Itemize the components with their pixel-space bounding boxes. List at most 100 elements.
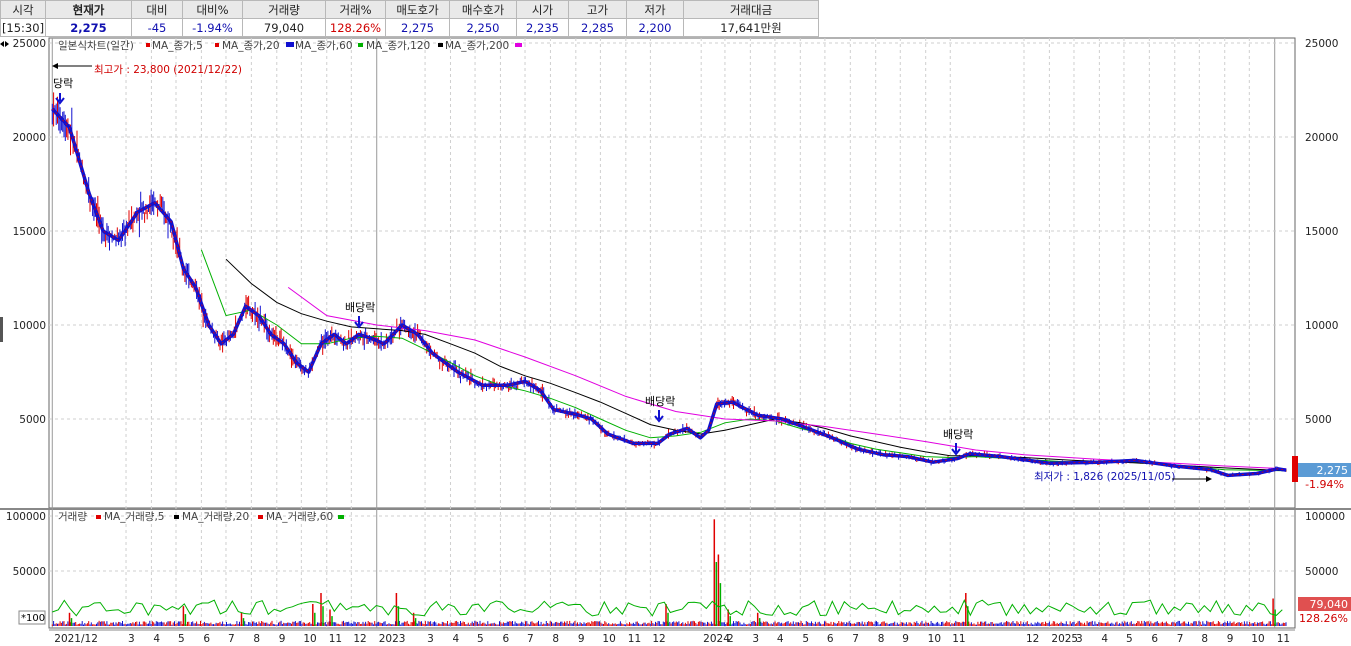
x-tick-label: 12 [1026, 633, 1039, 645]
x-tick-label: 12 [652, 633, 665, 645]
y-tick-left: 5000 [19, 414, 46, 426]
x-tick-label: 8 [552, 633, 559, 645]
left-handles[interactable] [0, 41, 9, 342]
legend-ma5: MA_종가,5 [152, 40, 203, 52]
header-bid: 매수호가 [449, 0, 517, 19]
x-tick-label: 2023 [379, 633, 406, 645]
header-current-price: 현재가 [45, 0, 132, 19]
value-time: [15:30] [0, 18, 46, 37]
value-change-pct: -1.94% [182, 18, 243, 37]
multiplier-label: *100 [21, 613, 45, 624]
legend-vol-swatch-green [338, 515, 344, 519]
legend-swatch-black [438, 43, 443, 47]
legend-ma60: MA_종가,60 [295, 40, 353, 52]
x-tick-label: 2021/12 [54, 633, 98, 645]
dividend-3: 배당락 [645, 395, 675, 408]
legend-swatch-red2 [215, 43, 219, 47]
volume-pct-label: 128.26% [1299, 612, 1348, 625]
value-current-price: 2,275 [45, 18, 132, 37]
legend-vol-ma20: MA_거래량,20 [182, 511, 249, 523]
scroll-left-icon[interactable] [0, 41, 4, 47]
stock-chart[interactable]: 2021/12 3 4 5 6 7 8 9 10 11 12 2023 3 4 5 6 7 8 9 10 11 12 202… [0, 37, 1351, 646]
low-annotation: 최저가 : 1,826 (2025/11/05) [1034, 471, 1175, 483]
x-tick-label: 5 [1126, 633, 1133, 645]
legend-vol-swatch-red2 [258, 515, 263, 519]
header-low: 저가 [626, 0, 684, 19]
value-volume: 79,040 [242, 18, 326, 37]
x-tick-label: 4 [1101, 633, 1108, 645]
x-tick-label: 2 [727, 633, 734, 645]
header-change: 대비 [131, 0, 183, 19]
scroll-right-icon[interactable] [5, 41, 9, 47]
y-tick-left: 10000 [13, 320, 46, 332]
x-tick-label: 9 [279, 633, 286, 645]
y-tick-left: 15000 [13, 226, 46, 238]
value-high: 2,285 [568, 18, 627, 37]
header-high: 고가 [568, 0, 627, 19]
value-low: 2,200 [626, 18, 684, 37]
x-tick-label: 4 [452, 633, 459, 645]
x-tick-label: 10 [1251, 633, 1264, 645]
current-markers: 2,275 -1.94% 79,040 128.26% [1292, 456, 1351, 625]
x-tick-label: 8 [253, 633, 260, 645]
x-tick-label: 5 [477, 633, 484, 645]
x-tick-label: 6 [203, 633, 210, 645]
header-time: 시각 [0, 0, 46, 19]
value-volume-pct: 128.26% [325, 18, 386, 37]
legend-vol-ma5: MA_거래량,5 [104, 511, 165, 523]
x-tick-label: 11 [1277, 633, 1290, 645]
x-tick-label: 5 [178, 633, 185, 645]
y-tick-left: 20000 [13, 132, 46, 144]
y-tick-right: 25000 [1305, 38, 1338, 50]
x-tick-label: 12 [353, 633, 366, 645]
volume-panel[interactable] [48, 507, 1296, 629]
panel-resize-handle[interactable] [0, 317, 3, 342]
dividend-first: 당락 [53, 77, 73, 90]
x-tick-label: 4 [153, 633, 160, 645]
y-tick-right: 20000 [1305, 132, 1338, 144]
vol-tick-right: 50000 [1305, 566, 1338, 578]
price-panel[interactable] [48, 37, 1296, 509]
x-tick-label: 3 [752, 633, 759, 645]
header-ask: 매도호가 [385, 0, 450, 19]
legend-ma200: MA_종가,200 [445, 40, 509, 52]
x-tick-label: 5 [802, 633, 809, 645]
legend-volume: 거래량 [58, 511, 87, 523]
x-tick-label: 3 [427, 633, 434, 645]
high-annotation: 최고가 : 23,800 (2021/12/22) [94, 64, 242, 76]
dividend-4: 배당락 [943, 428, 973, 441]
header-turnover: 거래대금 [683, 0, 819, 19]
x-tick-label: 3 [128, 633, 135, 645]
x-tick-label: 11 [628, 633, 641, 645]
x-tick-label: 4 [777, 633, 784, 645]
vol-tick-left: 100000 [6, 511, 46, 523]
header-volume-pct: 거래% [325, 0, 386, 19]
x-tick-label: 3 [1076, 633, 1083, 645]
y-tick-right: 15000 [1305, 226, 1338, 238]
legend-ma120: MA_종가,120 [366, 40, 430, 52]
x-tick-label: 2025 [1051, 633, 1078, 645]
x-tick-label: 11 [329, 633, 342, 645]
x-tick-label: 7 [1177, 633, 1184, 645]
x-tick-label: 7 [228, 633, 235, 645]
x-tick-label: 8 [1201, 633, 1208, 645]
x-tick-label: 10 [928, 633, 941, 645]
price-change-label: -1.94% [1305, 478, 1344, 491]
y-tick-right: 10000 [1305, 320, 1338, 332]
value-ask: 2,275 [385, 18, 450, 37]
header-open: 시가 [516, 0, 569, 19]
vol-tick-right: 100000 [1305, 511, 1345, 523]
x-tick-label: 6 [1151, 633, 1158, 645]
value-turnover: 17,641만원 [683, 18, 819, 37]
legend-swatch-blue [286, 42, 294, 47]
x-tick-label: 10 [602, 633, 615, 645]
legend-vol-swatch-red [96, 515, 101, 519]
quote-table: 시각 현재가 대비 대비% 거래량 거래% 매도호가 매수호가 시가 고가 저가… [0, 0, 819, 37]
price-side-bar [1292, 456, 1298, 482]
legend-swatch-magenta [515, 43, 522, 47]
header-volume: 거래량 [242, 0, 326, 19]
x-tick-label: 8 [878, 633, 885, 645]
legend-swatch-red [146, 43, 150, 47]
header-change-pct: 대비% [182, 0, 243, 19]
x-tick-label: 9 [578, 633, 585, 645]
